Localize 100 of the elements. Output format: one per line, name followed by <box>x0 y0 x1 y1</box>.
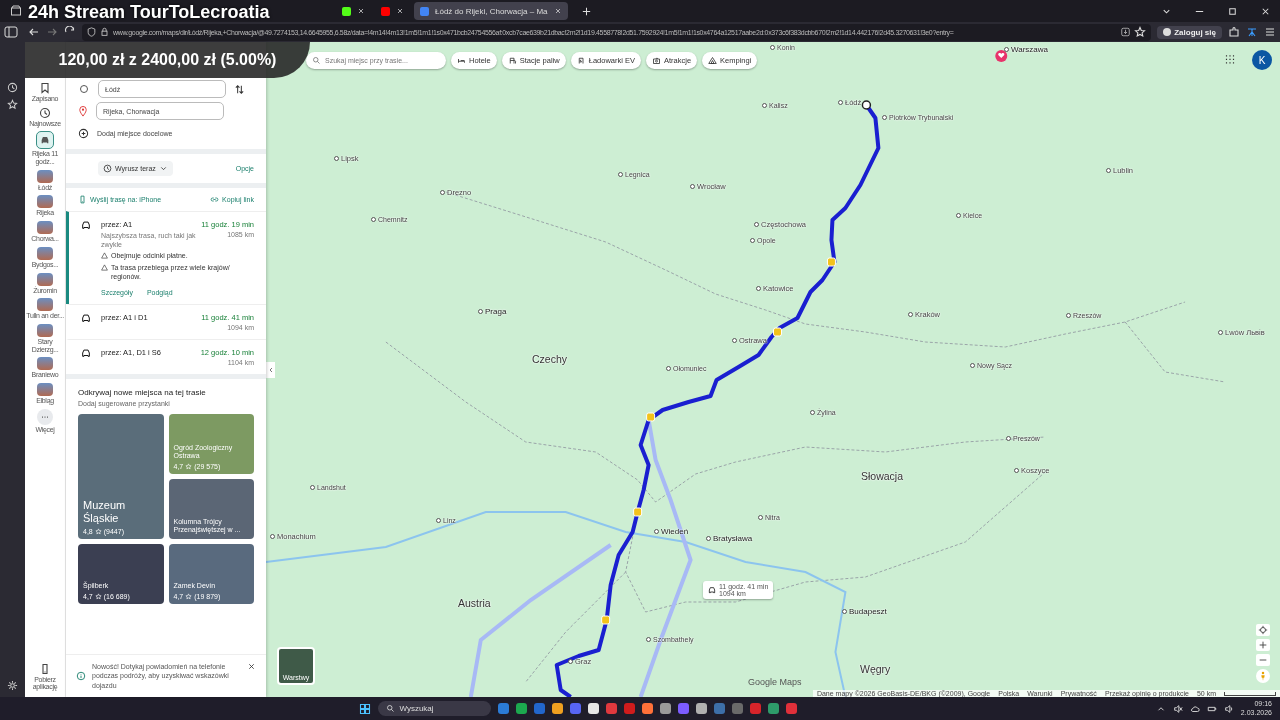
phone-icon <box>39 662 51 675</box>
country-label: Austria <box>458 597 491 609</box>
settings-icon[interactable] <box>7 680 18 691</box>
star-icon <box>185 462 193 470</box>
city-label: Bratysława <box>706 534 753 543</box>
car-icon <box>708 586 716 594</box>
photo-placeholder <box>37 272 53 286</box>
photo-placeholder <box>37 221 53 235</box>
sidebar-toggle-icon[interactable] <box>4 26 18 38</box>
clock-icon <box>103 164 112 173</box>
shield-icon[interactable] <box>87 27 96 37</box>
country-label: Czechy <box>532 353 567 365</box>
toll-marker-icon[interactable] <box>773 327 782 337</box>
camera-icon <box>652 55 661 65</box>
swap-icon[interactable] <box>234 83 245 95</box>
tab-overview-icon[interactable] <box>10 5 22 17</box>
browser-tab[interactable]: Łódź do Rijeki, Chorwacja – Ma <box>414 2 568 20</box>
pegman-icon <box>1258 671 1268 681</box>
maximize-icon[interactable] <box>1227 5 1238 17</box>
volume-icon[interactable] <box>1223 703 1234 714</box>
fuel-icon <box>507 55 517 65</box>
tab-favicon-icon <box>342 6 351 16</box>
download-icon[interactable] <box>1121 27 1131 37</box>
app-icon[interactable] <box>516 703 528 714</box>
cloud-icon[interactable] <box>1189 703 1200 714</box>
pin-icon <box>78 105 88 117</box>
country-label: Węgry <box>860 663 891 675</box>
car-icon <box>81 312 91 323</box>
tab-favicon-icon <box>381 6 390 16</box>
toll-marker-icon[interactable] <box>826 257 836 267</box>
forward-icon[interactable] <box>46 26 58 38</box>
app-icon[interactable] <box>588 703 600 714</box>
toll-marker-icon[interactable] <box>646 412 656 422</box>
photo-placeholder <box>37 323 53 337</box>
ev-icon <box>576 55 586 65</box>
city-label: Wiedeń <box>654 527 689 536</box>
back-icon[interactable] <box>28 26 40 38</box>
extensions-icon[interactable] <box>1228 26 1240 38</box>
new-tab-icon[interactable] <box>580 5 592 17</box>
bookmark-star-icon[interactable] <box>7 99 18 110</box>
star-icon <box>185 592 193 600</box>
toll-marker-icon[interactable] <box>601 615 611 625</box>
account-avatar[interactable]: K <box>1252 50 1272 70</box>
scale-bar <box>1224 691 1276 696</box>
translate-icon[interactable] <box>1246 26 1258 38</box>
info-icon <box>76 670 86 681</box>
stream-goal-overlay: 120,00 zł z 2400,00 zł (5.00%) <box>25 42 310 78</box>
collapse-panel-button[interactable] <box>266 362 275 378</box>
bookmark-star-icon[interactable] <box>1134 26 1147 38</box>
phone-icon <box>78 195 87 204</box>
menu-icon[interactable] <box>1264 26 1276 38</box>
sign-in-button[interactable]: Zaloguj się <box>1157 25 1222 39</box>
photo-placeholder <box>37 382 53 396</box>
history-icon[interactable] <box>7 82 18 93</box>
start-icon[interactable] <box>359 702 372 715</box>
link-icon <box>210 195 220 204</box>
address-bar[interactable] <box>82 23 1152 41</box>
taskbar-search[interactable]: Wyszukaj <box>378 701 492 716</box>
search-icon <box>312 55 321 65</box>
google-maps-logo: Google Maps <box>748 677 802 687</box>
city-label: Praga <box>478 307 507 316</box>
history-icon <box>39 106 51 119</box>
destination-marker-icon[interactable] <box>861 100 872 110</box>
app-icon[interactable] <box>660 703 672 714</box>
place-name: Muzeum Śląskie <box>83 499 127 526</box>
section-heading: Odkrywaj nowe miejsca na tej trasie <box>78 387 207 397</box>
toll-marker-icon[interactable] <box>633 507 643 517</box>
photo-placeholder <box>37 246 53 260</box>
tab-title: Łódź do Rijeki, Chorwacja – Ma <box>435 6 548 16</box>
photo-placeholder <box>37 195 53 209</box>
city-label: Budapeszt <box>842 607 887 616</box>
photo-placeholder <box>37 298 53 312</box>
stream-title-overlay: 24h Stream TourToLecroatia <box>28 2 270 23</box>
close-icon[interactable] <box>247 661 256 671</box>
muted-icon[interactable] <box>1172 703 1183 714</box>
search-icon <box>386 704 396 713</box>
star-icon <box>94 527 102 535</box>
car-icon <box>40 135 50 146</box>
city-label: Warszawa <box>1004 45 1049 54</box>
zoom-in-button[interactable] <box>1256 639 1270 651</box>
heart-pin-icon[interactable] <box>995 50 1008 62</box>
app-icon[interactable] <box>642 703 654 714</box>
app-icon[interactable] <box>552 703 564 714</box>
my-location-button[interactable] <box>1256 624 1270 636</box>
tab-favicon-icon <box>420 6 429 16</box>
close-icon[interactable] <box>357 7 365 15</box>
caret-icon <box>158 164 168 173</box>
crosshair-icon <box>1258 625 1268 635</box>
close-icon[interactable] <box>553 7 562 15</box>
tent-icon <box>708 55 718 65</box>
lock-icon[interactable] <box>100 27 109 37</box>
star-icon <box>94 592 102 600</box>
apps-grid-icon[interactable] <box>1223 53 1237 67</box>
bookmark-icon <box>39 82 51 94</box>
country-label: Słowacja <box>861 470 904 482</box>
plus-icon <box>1258 640 1268 650</box>
photo-placeholder <box>37 357 53 371</box>
close-icon[interactable] <box>396 7 404 15</box>
car-icon <box>81 347 91 358</box>
app-icon[interactable] <box>696 703 708 714</box>
